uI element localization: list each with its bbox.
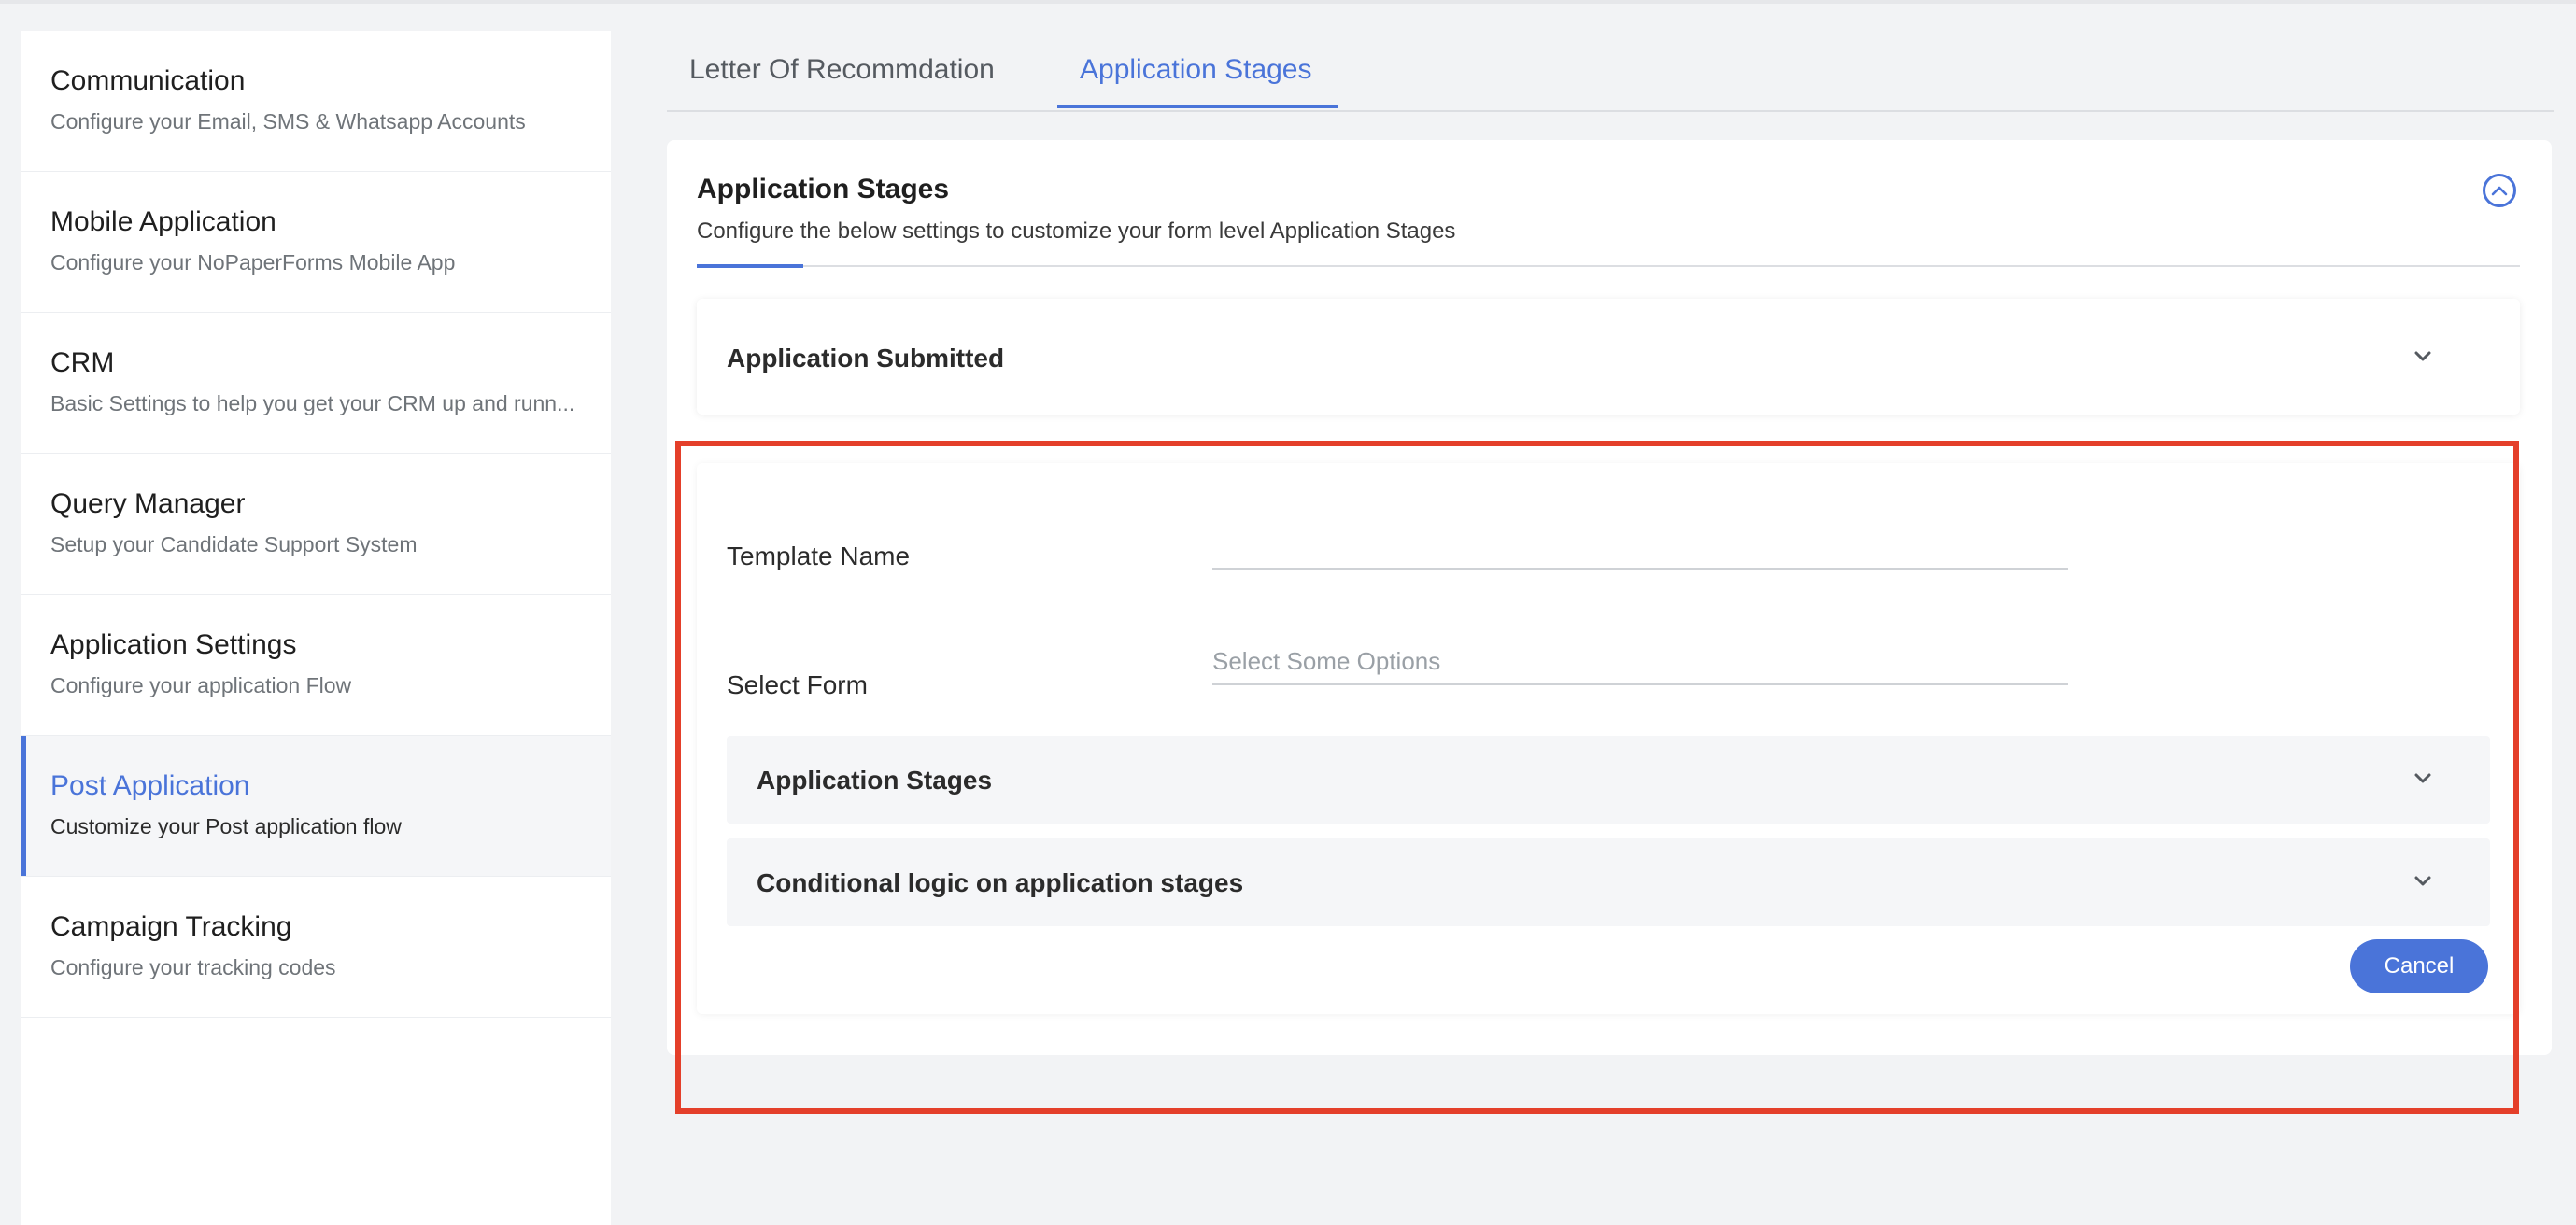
select-form-label: Select Form [727,670,868,699]
card-title: Application Stages [697,174,950,204]
chevron-down-icon [2414,773,2431,783]
sidebar-item-title: Campaign Tracking [50,911,292,942]
sidebar-item-subtitle: Configure your application Flow [50,673,352,697]
accordion-label: Application Stages [757,766,993,795]
template-name-input[interactable] [1212,523,2068,570]
sidebar-item-subtitle: Basic Settings to help you get your CRM … [50,391,575,415]
accordion-label: Application Submitted [727,344,1005,373]
template-form: Template Name Select Form Application St… [697,463,2520,1014]
sidebar-item-subtitle: Configure your NoPaperForms Mobile App [50,250,456,275]
sidebar-item-title: Mobile Application [50,206,276,237]
sidebar-item-crm[interactable]: CRM Basic Settings to help you get your … [21,313,611,454]
card-subtitle: Configure the below settings to customiz… [697,218,1456,244]
sidebar-item-subtitle: Setup your Candidate Support System [50,532,418,556]
accordion-label: Conditional logic on application stages [757,868,1244,897]
sidebar-item-title: Application Settings [50,629,297,660]
cancel-button[interactable]: Cancel [2350,939,2488,993]
settings-sidebar: Communication Configure your Email, SMS … [21,31,611,1225]
sidebar-item-subtitle: Customize your Post application flow [50,814,402,838]
application-submitted-accordion[interactable]: Application Submitted [697,299,2520,415]
active-tab-underline [1057,105,1338,108]
sidebar-item-title: Post Application [50,770,250,801]
sidebar-item-mobile-application[interactable]: Mobile Application Configure your NoPape… [21,172,611,313]
tab-bar: Letter Of Recommdation Application Stage… [667,0,2554,112]
chevron-up-icon [2491,186,2508,196]
sidebar-item-title: Communication [50,65,246,96]
conditional-logic-accordion[interactable]: Conditional logic on application stages [727,838,2490,926]
select-form-input[interactable] [1212,639,2068,685]
sidebar-item-subtitle: Configure your tracking codes [50,955,336,979]
application-stages-accordion[interactable]: Application Stages [727,736,2490,824]
sidebar-item-title: CRM [50,347,115,378]
active-indicator [21,736,26,876]
sidebar-item-title: Query Manager [50,488,246,519]
template-name-label: Template Name [727,542,911,570]
sidebar-item-query-manager[interactable]: Query Manager Setup your Candidate Suppo… [21,454,611,595]
card-divider-accent [697,264,803,268]
sidebar-item-post-application[interactable]: Post Application Customize your Post app… [21,736,611,877]
collapse-button[interactable] [2483,174,2516,207]
application-stages-card: Application Stages Configure the below s… [667,140,2552,1055]
sidebar-item-subtitle: Configure your Email, SMS & Whatsapp Acc… [50,109,526,134]
tab-application-stages[interactable]: Application Stages [1080,54,1312,86]
chevron-down-icon [2414,351,2431,361]
tab-letter-of-recommendation[interactable]: Letter Of Recommdation [689,54,995,86]
card-divider [697,265,2520,267]
sidebar-item-campaign-tracking[interactable]: Campaign Tracking Configure your trackin… [21,877,611,1018]
sidebar-item-communication[interactable]: Communication Configure your Email, SMS … [21,31,611,172]
chevron-down-icon [2414,876,2431,886]
sidebar-item-application-settings[interactable]: Application Settings Configure your appl… [21,595,611,736]
